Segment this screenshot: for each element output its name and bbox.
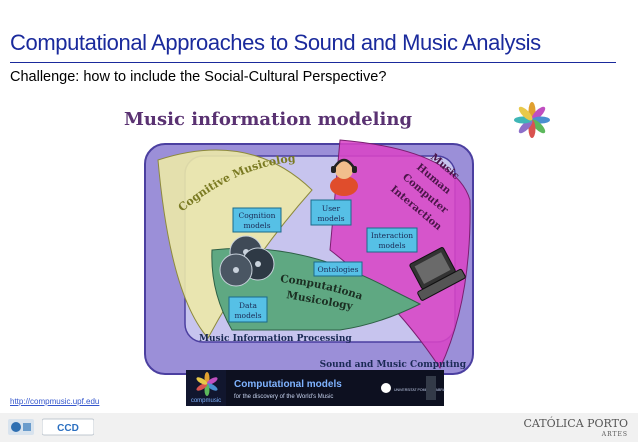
flower-logo-icon xyxy=(514,102,550,138)
music-information-modeling-diagram: Cognitive Musicology Music Human Compute… xyxy=(0,0,550,406)
banner-partner: UNIVERSITAT POMPEU FABRA xyxy=(394,388,446,392)
interaction-models-box: Interaction models xyxy=(366,227,418,253)
cognition-models-box: Cognition models xyxy=(232,207,282,233)
svg-text:models: models xyxy=(317,214,344,223)
data-models-box: Data models xyxy=(228,296,268,323)
svg-text:Interaction: Interaction xyxy=(371,231,413,240)
svg-text:User: User xyxy=(322,204,341,213)
svg-text:models: models xyxy=(234,311,261,320)
compmusic-banner: compmusic Computational models for the d… xyxy=(186,370,446,406)
upf-logo-icon xyxy=(381,383,391,393)
banner-headline: Computational models xyxy=(234,379,342,390)
ontologies-box: Ontologies xyxy=(313,261,363,277)
svg-text:CCD: CCD xyxy=(57,423,79,434)
compmusic-url-link[interactable]: http://compmusic.upf.edu xyxy=(10,397,99,406)
user-models-box: User models xyxy=(310,199,352,226)
smc-label: Sound and Music Computing xyxy=(320,360,467,370)
mip-label: Music Information Processing xyxy=(199,334,352,344)
svg-text:models: models xyxy=(243,221,270,230)
footer-logo-ccd: CCD xyxy=(42,418,94,436)
footer-logo-1-icon xyxy=(8,419,34,435)
catolica-porto-logo: CATÓLICA PORTO ARTES xyxy=(524,418,628,440)
institution-sub: ARTES xyxy=(601,431,628,438)
svg-text:Cognition: Cognition xyxy=(238,211,275,220)
svg-text:Ontologies: Ontologies xyxy=(318,265,359,274)
banner-side-icon xyxy=(426,376,436,400)
svg-text:models: models xyxy=(378,241,405,250)
compmusic-brand: compmusic xyxy=(191,398,221,404)
institution-name: CATÓLICA PORTO xyxy=(523,417,628,430)
banner-tagline: for the discovery of the World's Music xyxy=(234,394,333,400)
svg-text:Data: Data xyxy=(239,301,257,310)
